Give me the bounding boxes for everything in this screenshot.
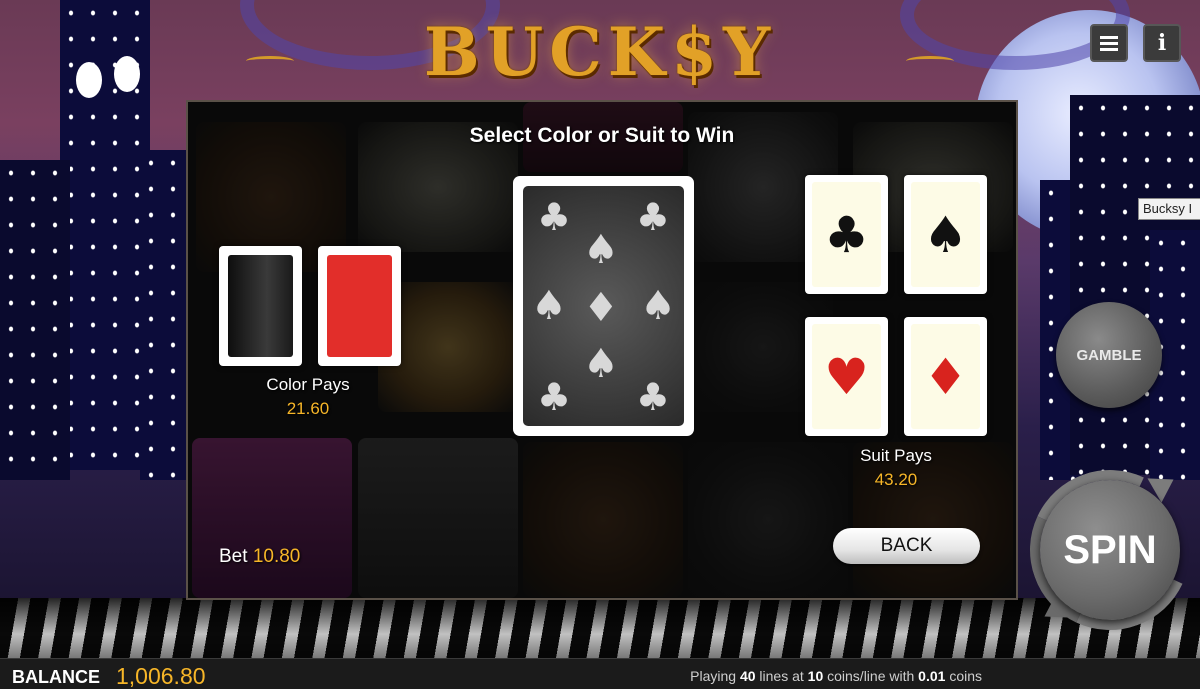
diamond-icon: ♦ [583,285,619,331]
diamond-icon: ♦ [911,324,980,429]
bet-value: 10.80 [252,546,301,567]
hearts-card-button[interactable]: ♥ [805,317,888,436]
spade-icon: ♠ [911,182,980,287]
status-bar: BALANCE 1,006.80 Playing 40 lines at 10 … [0,658,1200,689]
face-down-card: ♣ ♣ ♠ ♠ ♦ ♠ ♠ ♣ ♣ [513,176,694,436]
bet-label: Bet [219,546,248,567]
game-logo: BUCK$Y MALONE [246,6,954,183]
heart-icon: ♥ [812,324,881,429]
club-icon: ♣ [537,375,572,419]
back-button[interactable]: BACK [833,528,980,564]
logo-flourish [246,56,294,66]
black-card-button[interactable] [219,246,302,366]
info-button[interactable]: i [1143,24,1181,62]
logo-flourish [906,56,954,66]
gamble-title: Select Color or Suit to Win [469,124,735,147]
hamburger-icon [1100,35,1118,51]
coins-per-line: 10 [807,668,824,684]
balance-value: 1,006.80 [116,663,206,689]
stage-shadow [0,598,1200,658]
skyscraper [140,150,190,480]
spin-button[interactable]: SPIN [1040,480,1180,620]
spade-icon: ♠ [640,283,676,329]
clock-window [114,56,140,92]
diamonds-card-button[interactable]: ♦ [904,317,987,436]
clock-window [76,62,102,98]
spade-icon: ♠ [583,341,619,387]
spin-control: SPIN [1007,447,1200,653]
play-status: Playing 40 lines at 10 coins/line with 0… [690,668,982,684]
club-icon: ♣ [635,375,670,419]
coin-value: 0.01 [918,668,946,684]
spade-icon: ♠ [531,283,567,329]
tooltip: Bucksy I [1138,198,1200,220]
color-pays-label: Color Pays [266,375,350,394]
info-icon: i [1157,30,1167,56]
spade-icon: ♠ [583,227,619,273]
gamble-button[interactable]: GAMBLE [1056,302,1162,408]
suit-pays-label: Suit Pays [860,446,932,465]
card-back-pattern: ♣ ♣ ♠ ♠ ♦ ♠ ♠ ♣ ♣ [523,186,684,426]
menu-button[interactable] [1090,24,1128,62]
club-icon: ♣ [812,182,881,287]
club-icon: ♣ [635,195,670,239]
suit-pays-value: 43.20 [874,470,918,489]
club-icon: ♣ [537,195,572,239]
color-pays-value: 21.60 [286,399,330,418]
skyscraper [0,160,70,480]
balance-label: BALANCE [12,667,100,687]
red-card-button[interactable] [318,246,401,366]
bet-display: Bet 10.80 [219,546,300,568]
clubs-card-button[interactable]: ♣ [805,175,888,294]
spades-card-button[interactable]: ♠ [904,175,987,294]
gamble-panel: Select Color or Suit to Win Color Pays 2… [186,100,1018,600]
lines-count: 40 [739,668,756,684]
